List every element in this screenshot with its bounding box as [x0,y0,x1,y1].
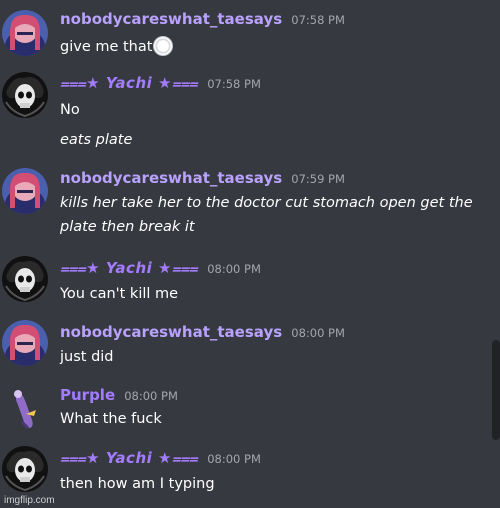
username[interactable]: nobodycareswhat_taesays [60,169,282,187]
plate-emoji [153,36,174,56]
username[interactable]: nobodycareswhat_taesays [60,323,282,341]
username[interactable]: ⩶★ Yachi ★⩶ [60,74,198,92]
timestamp: 08:00 PM [207,262,261,276]
skull-avatar-icon[interactable] [2,72,48,118]
skull-avatar-icon[interactable] [2,256,48,302]
anime-girl-avatar-icon[interactable] [2,10,48,56]
timestamp: 07:58 PM [207,77,261,91]
timestamp: 07:59 PM [291,172,345,186]
scrollbar[interactable] [492,340,500,440]
message-text: just did [60,349,114,365]
purple-figure-avatar-icon[interactable] [2,384,48,430]
username[interactable]: ⩶★ Yachi ★⩶ [60,259,198,277]
chat-log: nobodycareswhat_taesays 07:58 PM give me… [0,0,500,508]
username[interactable]: Purple [60,386,115,404]
message-text: kills her take her to the doctor cut sto… [60,195,473,211]
message-line: give me that [60,39,153,55]
message-text: eats plate [60,132,133,148]
message-text: What the fuck [60,411,162,427]
anime-girl-avatar-icon[interactable] [2,168,48,214]
timestamp: 07:58 PM [291,13,345,27]
message-text: give me that [60,36,174,56]
message-text: No [60,102,80,118]
timestamp: 08:00 PM [291,326,345,340]
anime-girl-avatar-icon[interactable] [2,320,48,366]
username[interactable]: nobodycareswhat_taesays [60,10,282,28]
watermark: imgflip.com [4,495,55,506]
username[interactable]: ⩶★ Yachi ★⩶ [60,449,198,467]
timestamp: 08:00 PM [207,452,261,466]
message-text: You can't kill me [60,286,179,302]
message-text: then how am I typing [60,476,215,492]
timestamp: 08:00 PM [124,389,178,403]
message-text: plate then break it [60,219,195,235]
skull-avatar-icon[interactable] [2,446,48,492]
